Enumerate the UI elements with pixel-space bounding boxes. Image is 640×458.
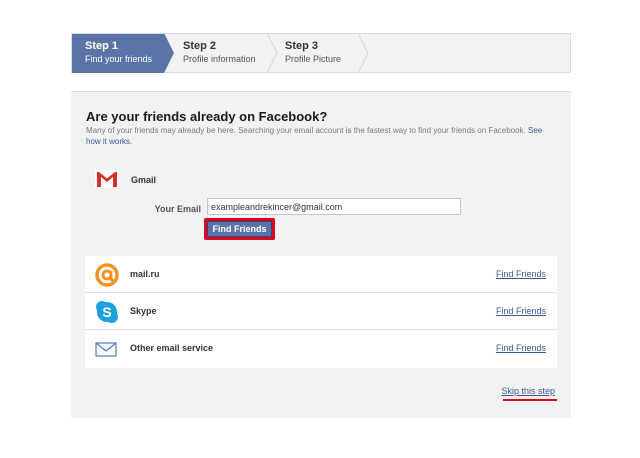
step-1-subtitle: Find your friends (85, 54, 153, 64)
step-2: Step 2 Profile information (183, 40, 256, 66)
page-title: Are your friends already on Facebook? (86, 109, 328, 124)
email-input[interactable] (207, 198, 461, 215)
step-2-subtitle: Profile information (183, 54, 256, 64)
other-email-find-friends-link[interactable]: Find Friends (496, 343, 546, 353)
skype-label: Skype (130, 306, 157, 316)
provider-row-skype: S Skype Find Friends (85, 293, 557, 330)
mailru-find-friends-link[interactable]: Find Friends (496, 269, 546, 279)
skype-icon: S (96, 301, 118, 323)
step-2-title: Step 2 (183, 40, 217, 52)
step-progress-bar: Step 1 Find your friends Step 2 Profile … (71, 33, 571, 74)
step-3: Step 3 Profile Picture (285, 40, 341, 66)
skip-step-link[interactable]: Skip this step (501, 386, 555, 396)
gmail-label: Gmail (131, 175, 157, 185)
skip-highlight-underline (503, 399, 557, 401)
gmail-find-friends-button[interactable]: Find Friends (207, 221, 272, 237)
your-email-label: Your Email (154, 204, 201, 214)
step-1-title: Step 1 (85, 40, 119, 52)
step-3-subtitle: Profile Picture (285, 54, 342, 64)
other-email-label: Other email service (130, 343, 214, 353)
step-1: Step 1 Find your friends (85, 40, 152, 66)
provider-row-other: Other email service Find Friends (85, 330, 557, 367)
provider-row-mailru: mail.ru Find Friends (85, 256, 557, 293)
gmail-icon (95, 170, 119, 188)
svg-text:S: S (102, 304, 111, 320)
envelope-icon (95, 342, 117, 357)
find-friends-panel: Are your friends already on Facebook? Ma… (71, 91, 571, 418)
provider-list: mail.ru Find Friends S Skype Find Friend… (85, 256, 557, 368)
mailru-label: mail.ru (130, 269, 160, 279)
intro-description: Many of your friends may already be here… (86, 126, 526, 135)
mailru-at-icon (95, 263, 119, 287)
intro-text: Many of your friends may already be here… (86, 125, 556, 147)
skype-find-friends-link[interactable]: Find Friends (496, 306, 546, 316)
step-3-title: Step 3 (285, 40, 319, 52)
